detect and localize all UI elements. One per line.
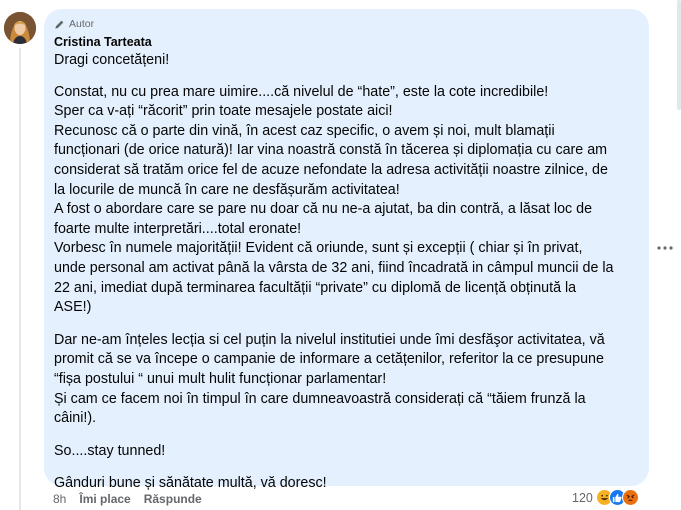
author-badge: Autor [54,17,637,31]
comment-line: So....stay tunned! [54,442,166,459]
avatar-image [4,12,36,44]
pen-icon [55,20,64,29]
comment-actions: 8h Îmi place Răspunde [53,492,202,506]
comment-line: foarte multe interpretări....total erona… [54,220,302,237]
thread-line [19,48,21,510]
comment-line: funcționari (de orice natură)! Iar vina … [54,142,608,159]
more-options-button[interactable] [655,238,675,258]
comment-paragraph: Dragi concetățeni! [54,51,637,71]
comment-body: Dragi concetățeni! Constat, nu cu prea ma… [54,51,637,494]
comment-line: considerat să tratăm orice fel de acuze … [54,161,608,178]
comment-line: promit că se va începe o campanie de inf… [54,351,604,368]
ellipsis-icon [657,246,673,250]
angry-icon [621,489,639,506]
comment-paragraph: Dar ne-am înțeles lecția si cel puțin la… [54,331,637,429]
avatar[interactable] [4,12,36,44]
reply-button[interactable]: Răspunde [144,492,202,506]
comment-paragraph: So....stay tunned! [54,442,637,462]
comment-line: Vorbesc în numele majorității! Evident c… [54,240,583,257]
comment-line: Dar ne-am înțeles lecția si cel puțin la… [54,331,605,348]
comment-line: Recunosc că o parte din vină, în acest c… [54,122,555,139]
comment-paragraph: Gânduri bune și sănătate multă, vă dores… [54,474,637,494]
comment-line: 22 ani, imediat după terminarea facultăț… [54,279,577,296]
reactions-summary[interactable]: 120 [572,489,639,506]
reaction-count: 120 [572,490,593,505]
comment-line: A fost o abordare care se pare nu doar c… [54,201,593,218]
timestamp[interactable]: 8h [53,492,66,506]
comment-line: “fișa postului “ unui mult hulit funcțio… [54,370,387,387]
comment-paragraph: Constat, nu cu prea mare uimire....că ni… [54,83,637,318]
comment-line: ASE!) [54,299,92,316]
comment-line: Gânduri bune și sănătate multă, vă dores… [54,475,327,492]
comment-line: Și cam ce facem noi în timpul în care du… [54,390,586,407]
comment-line: Sper ca v-ați “răcorit” prin toate mesaj… [54,103,393,120]
comment-line: câini!). [54,410,97,427]
like-button[interactable]: Îmi place [79,492,130,506]
comment-line: Dragi concetățeni! [54,52,170,68]
author-badge-label: Autor [69,18,95,30]
comment-line: la locurile de muncă în care ne desfășur… [54,181,400,198]
comment-line: unde personal am activat până la vârsta … [54,259,614,276]
comment-line: Constat, nu cu prea mare uimire....că ni… [54,83,549,100]
scrollbar[interactable] [677,0,681,110]
reaction-icons [595,489,639,506]
comment-bubble: Autor Cristina Tarteata Dragi concetățen… [44,9,649,491]
author-name[interactable]: Cristina Tarteata [54,34,637,50]
